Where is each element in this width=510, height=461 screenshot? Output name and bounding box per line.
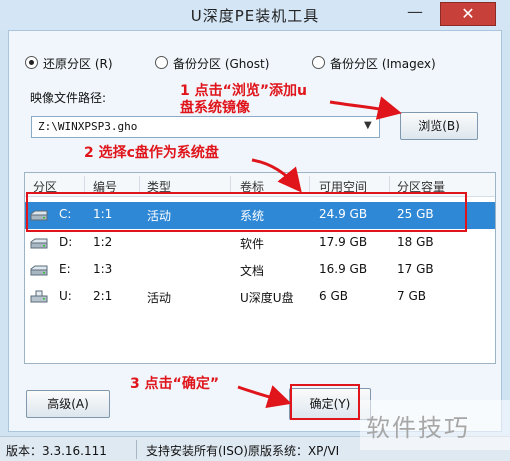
arrow-to-browse [329,96,402,120]
step1-annotation: 1 点击“浏览”添加u 盘系统镜像 [180,83,307,117]
watermark-text: 软件技巧 [366,414,470,442]
arrow-to-partition [251,158,302,193]
step3-annotation: 3 点击“确定” [130,376,220,392]
arrow-to-ok [237,385,292,409]
step1-line2: 盘系统镜像 [180,100,250,116]
step1-line1: 1 点击“浏览”添加u [180,83,307,99]
watermark: 软件技巧 [360,400,510,450]
step2-annotation: 2 选择c盘作为系统盘 [84,145,219,161]
annotation-arrows [237,96,402,409]
